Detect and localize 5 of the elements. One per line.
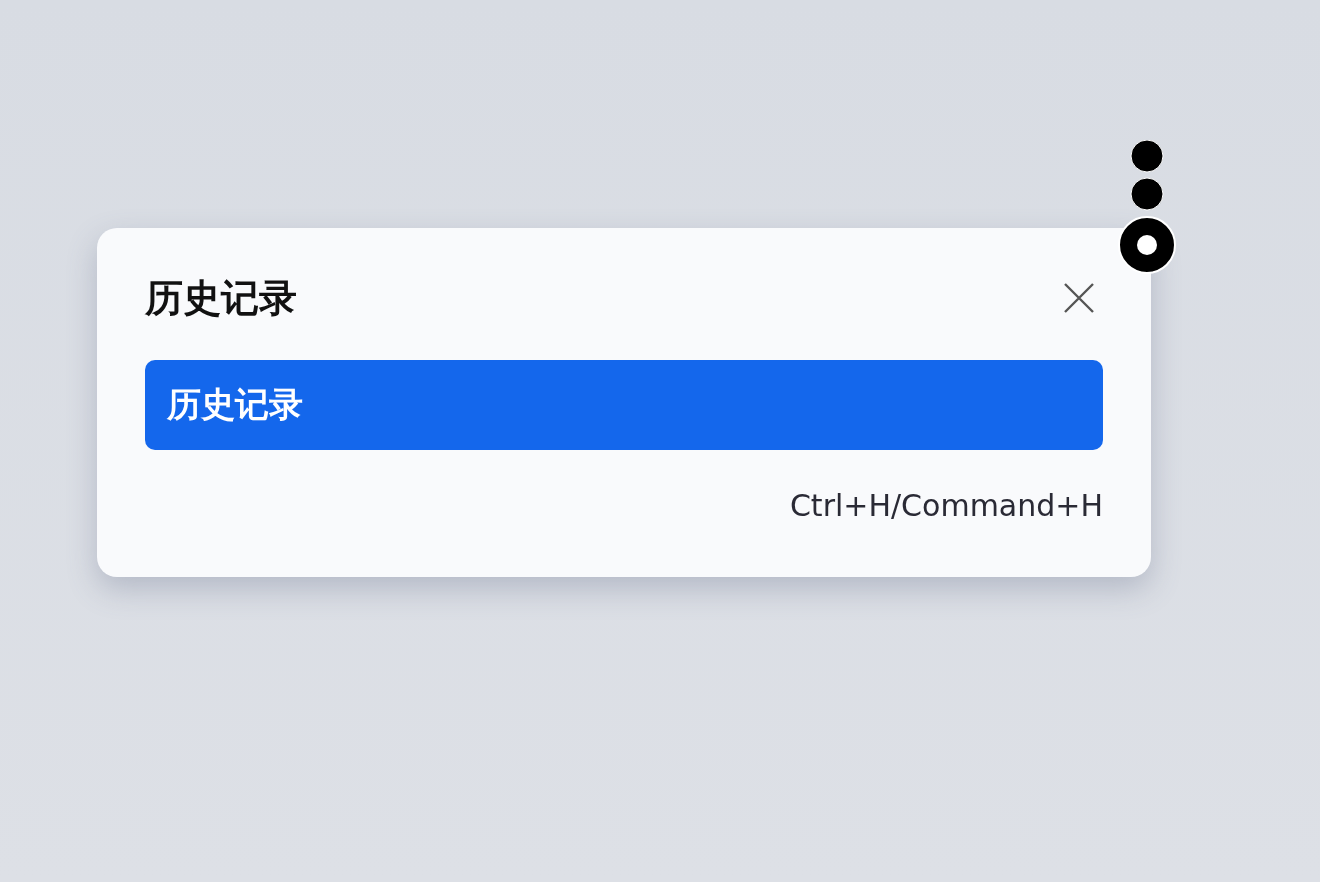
dialog-title: 历史记录 [145,274,297,322]
shortcut-text: Ctrl+H/Command+H [789,488,1103,523]
close-icon[interactable] [1063,282,1095,314]
history-item[interactable]: 历史记录 [145,360,1103,450]
dots-icon[interactable] [1118,140,1176,276]
